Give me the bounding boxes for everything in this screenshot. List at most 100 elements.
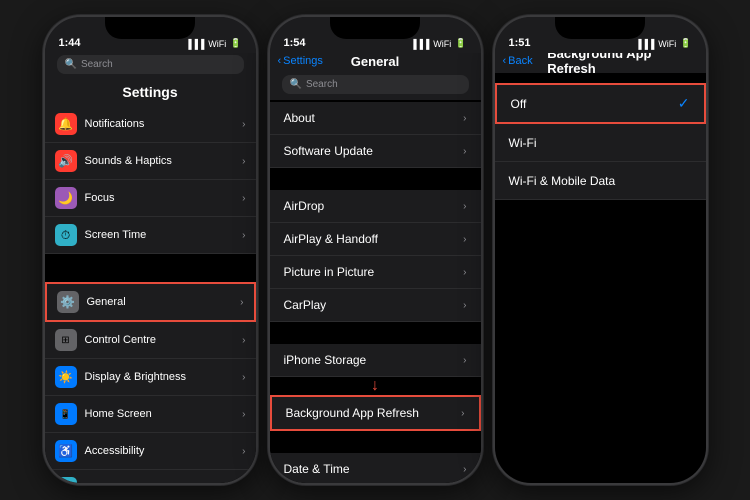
checkmark-off: ✓ (678, 95, 690, 112)
status-icons-1: ▐▐▐ WiFi 🔋 (185, 38, 241, 49)
chevron-control-centre: › (242, 335, 245, 346)
search-input-1[interactable]: 🔍 Search (57, 55, 244, 74)
label-accessibility: Accessibility (85, 445, 243, 457)
label-sounds: Sounds & Haptics (85, 155, 243, 167)
row-display[interactable]: ☀️ Display & Brightness › (45, 359, 256, 396)
gap-1 (45, 256, 256, 282)
row-screen-time[interactable]: ⏱ Screen Time › (45, 217, 256, 254)
label-software-update: Software Update (284, 144, 464, 158)
search-input-2[interactable]: 🔍 Search (282, 75, 469, 94)
option-off[interactable]: Off ✓ (495, 83, 706, 124)
chevron-home-screen: › (242, 409, 245, 420)
row-focus[interactable]: 🌙 Focus › (45, 180, 256, 217)
row-carplay[interactable]: CarPlay › (270, 289, 481, 322)
settings-list-2[interactable]: About › Software Update › AirDrop › AirP… (270, 100, 481, 483)
chevron-display: › (242, 372, 245, 383)
signal-icon-3: ▐▐▐ (635, 39, 654, 49)
label-carplay: CarPlay (284, 298, 464, 312)
row-sounds[interactable]: 🔊 Sounds & Haptics › (45, 143, 256, 180)
icon-general: ⚙️ (57, 291, 79, 313)
label-background-refresh: Background App Refresh (286, 406, 462, 420)
chevron-carplay: › (463, 300, 466, 311)
chevron-date-time: › (463, 464, 466, 475)
chevron-about: › (463, 113, 466, 124)
search-placeholder-1: Search (81, 59, 113, 70)
back-chevron-3: ‹ (503, 55, 507, 67)
row-pip[interactable]: Picture in Picture › (270, 256, 481, 289)
screen-title-1: Settings (45, 80, 256, 106)
label-airplay: AirPlay & Handoff (284, 232, 464, 246)
phone-background-refresh: 1:51 ▐▐▐ WiFi 🔋 ‹ Back Background App Re… (493, 15, 708, 485)
chevron-general: › (240, 297, 243, 308)
bar-highlighted-container: Background App Refresh › ➔ (270, 395, 481, 431)
icon-accessibility: ♿ (55, 440, 77, 462)
icon-focus: 🌙 (55, 187, 77, 209)
icon-control-centre: ⊞ (55, 329, 77, 351)
chevron-wallpaper: › (242, 483, 245, 484)
status-icons-3: ▐▐▐ WiFi 🔋 (635, 38, 691, 49)
row-accessibility[interactable]: ♿ Accessibility › (45, 433, 256, 470)
time-2: 1:54 (284, 37, 306, 49)
label-date-time: Date & Time (284, 462, 464, 476)
chevron-notifications: › (242, 119, 245, 130)
arrow-down-container: ↓ (270, 377, 481, 395)
row-about[interactable]: About › (270, 102, 481, 135)
nav-title-2: General (351, 54, 399, 69)
row-notifications[interactable]: 🔔 Notifications › (45, 106, 256, 143)
row-general[interactable]: ⚙️ General › (45, 282, 256, 322)
icon-sounds: 🔊 (55, 150, 77, 172)
back-chevron-2: ‹ (278, 55, 282, 67)
option-wifi[interactable]: Wi-Fi (495, 124, 706, 162)
row-wallpaper[interactable]: 🖼 Wallpaper › (45, 470, 256, 483)
settings-list-1[interactable]: 🔔 Notifications › 🔊 Sounds & Haptics › 🌙… (45, 106, 256, 483)
row-control-centre[interactable]: ⊞ Control Centre › (45, 322, 256, 359)
gap-2c (270, 431, 481, 453)
row-date-time[interactable]: Date & Time › (270, 453, 481, 483)
back-settings-button[interactable]: ‹ Settings (278, 55, 323, 67)
icon-display: ☀️ (55, 366, 77, 388)
label-iphone-storage: iPhone Storage (284, 353, 464, 367)
nav-bar-2: ‹ Settings General (270, 53, 481, 73)
signal-icon: ▐▐▐ (185, 39, 204, 49)
row-home-screen[interactable]: 📱 Home Screen › (45, 396, 256, 433)
search-icon-1: 🔍 (65, 59, 77, 70)
chevron-iphone-storage: › (463, 355, 466, 366)
back-label-2: Settings (283, 55, 323, 67)
chevron-airdrop: › (463, 201, 466, 212)
icon-home-screen: 📱 (55, 403, 77, 425)
back-general-button[interactable]: ‹ Back (503, 55, 533, 67)
battery-icon: 🔋 (230, 38, 241, 49)
search-bar-2: 🔍 Search (270, 73, 481, 100)
option-off-container: Off ✓ ➔ (495, 83, 706, 124)
notch (105, 17, 195, 39)
search-icon-2: 🔍 (290, 79, 302, 90)
row-software-update[interactable]: Software Update › (270, 135, 481, 168)
chevron-focus: › (242, 193, 245, 204)
wifi-icon-2: WiFi (433, 39, 451, 49)
label-wallpaper: Wallpaper (85, 482, 243, 483)
battery-icon-2: 🔋 (455, 38, 466, 49)
chevron-screen-time: › (242, 230, 245, 241)
signal-icon-2: ▐▐▐ (410, 39, 429, 49)
chevron-accessibility: › (242, 446, 245, 457)
back-label-3: Back (508, 55, 532, 67)
time-1: 1:44 (59, 37, 81, 49)
phone-settings: 1:44 ▐▐▐ WiFi 🔋 🔍 Search Settings 🔔 Noti… (43, 15, 258, 485)
row-airplay[interactable]: AirPlay & Handoff › (270, 223, 481, 256)
label-notifications: Notifications (85, 118, 243, 130)
icon-screen-time: ⏱ (55, 224, 77, 246)
notch-2 (330, 17, 420, 39)
option-wifi-mobile[interactable]: Wi-Fi & Mobile Data (495, 162, 706, 200)
label-pip: Picture in Picture (284, 265, 464, 279)
label-about: About (284, 111, 464, 125)
label-airdrop: AirDrop (284, 199, 464, 213)
row-background-refresh[interactable]: Background App Refresh › (270, 395, 481, 431)
label-focus: Focus (85, 192, 243, 204)
row-airdrop[interactable]: AirDrop › (270, 190, 481, 223)
chevron-pip: › (463, 267, 466, 278)
arrow-down-indicator: ↓ (371, 377, 379, 395)
gap-2a (270, 168, 481, 190)
row-iphone-storage[interactable]: iPhone Storage › (270, 344, 481, 377)
label-screen-time: Screen Time (85, 229, 243, 241)
battery-icon-3: 🔋 (680, 38, 691, 49)
